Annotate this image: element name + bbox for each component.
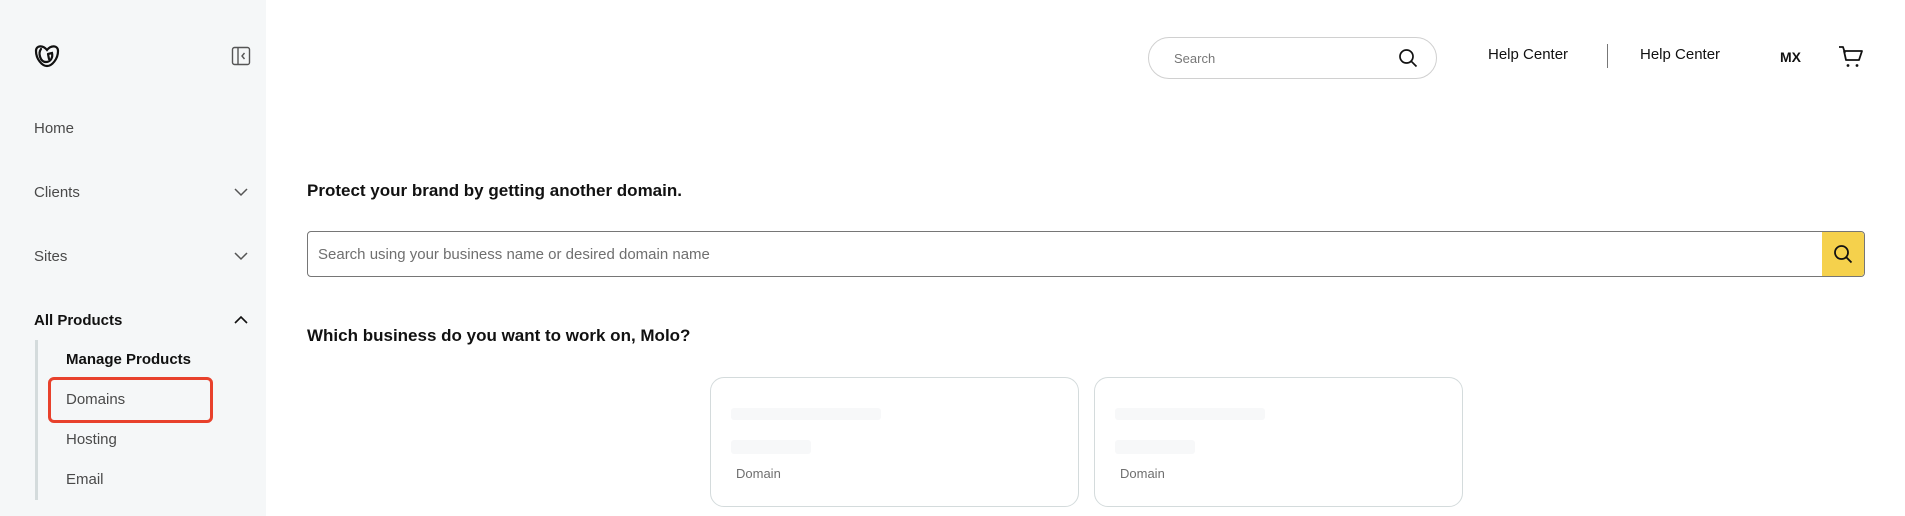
chevron-down-icon — [234, 188, 248, 197]
chevron-up-icon — [234, 315, 248, 324]
business-card-type: Domain — [1120, 466, 1165, 481]
submenu-indicator-line — [35, 340, 38, 500]
search-icon[interactable] — [1398, 48, 1418, 68]
sidebar-subitem-hosting[interactable]: Hosting — [66, 429, 117, 451]
sidebar-item-label: Home — [34, 119, 75, 137]
cart-icon[interactable] — [1838, 45, 1864, 69]
sidebar-item-home[interactable]: Home — [34, 113, 249, 143]
header-search-input[interactable] — [1174, 50, 1398, 66]
godaddy-logo-icon[interactable] — [33, 42, 61, 70]
business-domain-redacted — [731, 440, 811, 454]
sidebar-item-clients[interactable]: Clients — [34, 177, 249, 207]
sidebar: Home Clients Sites All Products Manage P… — [0, 0, 266, 516]
business-card[interactable]: Domain — [710, 377, 1079, 507]
business-name-redacted — [731, 408, 881, 420]
sidebar-collapse-icon[interactable] — [231, 46, 251, 66]
business-card-type: Domain — [736, 466, 781, 481]
business-question-heading: Which business do you want to work on, M… — [307, 326, 691, 345]
sidebar-item-label: Sites — [34, 247, 68, 265]
chevron-down-icon — [234, 252, 248, 261]
sidebar-item-all-products[interactable]: All Products — [34, 305, 249, 335]
help-center-link[interactable]: Help Center — [1488, 46, 1568, 63]
sidebar-item-label: All Products — [34, 311, 123, 329]
domain-search-bar — [307, 231, 1865, 277]
domain-search-button[interactable] — [1822, 232, 1864, 276]
business-name-redacted — [1115, 408, 1265, 420]
header-divider — [1607, 44, 1608, 68]
sidebar-item-sites[interactable]: Sites — [34, 241, 249, 271]
header-search — [1148, 37, 1437, 79]
protect-brand-heading: Protect your brand by getting another do… — [307, 181, 682, 200]
business-domain-redacted — [1115, 440, 1195, 454]
business-card[interactable]: Domain — [1094, 377, 1463, 507]
sidebar-subitem-manage-products[interactable]: Manage Products — [66, 349, 191, 371]
sidebar-subitem-email[interactable]: Email — [66, 469, 104, 491]
sidebar-item-label: Clients — [34, 183, 80, 201]
locale-selector[interactable]: MX — [1780, 49, 1801, 65]
help-center-link-2[interactable]: Help Center — [1640, 46, 1720, 63]
domains-highlight-box — [48, 377, 213, 423]
search-icon — [1834, 245, 1853, 264]
domain-search-input[interactable] — [308, 232, 1822, 276]
